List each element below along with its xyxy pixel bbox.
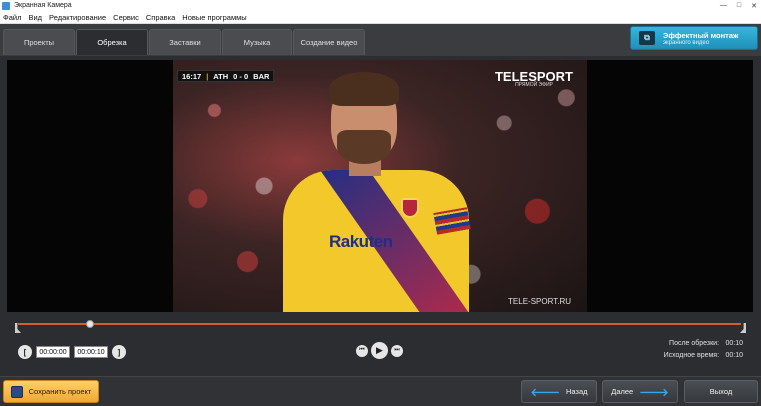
floppy-disk-icon (10, 385, 23, 398)
home-team: ATH (213, 71, 229, 81)
exit-label: Выход (709, 387, 733, 396)
player-jersey: Rakuten (283, 170, 469, 312)
rewind-icon[interactable]: ⏮ (356, 344, 368, 357)
back-button[interactable]: 🡐 Назад (521, 380, 597, 403)
player-hair (329, 72, 399, 106)
match-clock: 16:17 (182, 71, 202, 81)
away-team: BAR (253, 71, 270, 81)
menu-new-programs[interactable]: Новые программы (182, 13, 246, 22)
footer-bar: Сохранить проект 🡐 Назад Далее 🡒 Выход (0, 376, 761, 406)
club-crest-icon (401, 198, 419, 218)
app-icon (2, 1, 10, 10)
broadcaster-logo: TELESPORT ПРЯМОЙ ЭФИР (495, 70, 573, 88)
video-watermark: TELE-SPORT.RU (508, 297, 571, 306)
duration-info: После обрезки: 00:10 Исходное время: 00:… (664, 338, 743, 362)
menu-service[interactable]: Сервис (113, 13, 139, 22)
menu-bar: Файл Вид Редактирование Сервис Справка Н… (0, 11, 761, 24)
next-button[interactable]: Далее 🡒 (602, 380, 678, 403)
after-trim-value: 00:10 (725, 340, 743, 347)
tab-intros[interactable]: Заставки (149, 29, 221, 55)
start-time-field[interactable]: 00:00:00 (36, 346, 70, 358)
film-icon: ⧉ (639, 31, 655, 45)
menu-help[interactable]: Справка (146, 13, 175, 22)
tab-trim[interactable]: Обрезка (76, 29, 148, 55)
arrow-right-icon: 🡒 (639, 386, 669, 399)
menu-file[interactable]: Файл (3, 13, 21, 22)
window-controls: — □ ✕ (720, 0, 757, 11)
scoreboard: 16:17 | ATH 0 - 0 BAR (177, 70, 275, 82)
next-label: Далее (611, 387, 634, 396)
original-time-label: Исходное время: (663, 352, 720, 359)
exit-button[interactable]: Выход (684, 380, 758, 403)
shirt-sponsor: Rakuten (329, 232, 393, 251)
video-preview[interactable]: Rakuten 16:17 | ATH 0 - 0 BAR TELESPORT … (7, 60, 753, 312)
close-icon[interactable]: ✕ (751, 2, 757, 10)
arrow-left-icon: 🡐 (530, 386, 561, 399)
playback-controls: ⏮ ▶ ⏭ (356, 342, 403, 359)
timeline-playhead[interactable] (86, 320, 95, 328)
maximize-icon[interactable]: □ (737, 2, 741, 9)
trim-controls: [ 00:00:00 00:00:10 ] (18, 344, 126, 360)
play-icon[interactable]: ▶ (371, 342, 388, 359)
set-end-button[interactable]: ] (112, 345, 126, 359)
end-time-field[interactable]: 00:00:10 (74, 346, 108, 358)
promo-title: Эффектный монтаж (663, 30, 739, 40)
match-score: 0 - 0 (233, 71, 249, 81)
promo-banner[interactable]: ⧉ Эффектный монтаж экранного видео (630, 26, 758, 50)
tab-create-video[interactable]: Создание видео (293, 29, 365, 55)
tab-music[interactable]: Музыка (222, 29, 292, 55)
fast-forward-icon[interactable]: ⏭ (391, 344, 403, 357)
player-beard (337, 130, 391, 164)
back-label: Назад (566, 387, 588, 396)
tab-projects[interactable]: Проекты (3, 29, 75, 55)
promo-subtitle: экранного видео (663, 39, 710, 46)
minimize-icon[interactable]: — (720, 2, 727, 9)
save-project-label: Сохранить проект (28, 387, 92, 396)
set-start-button[interactable]: [ (18, 345, 32, 359)
tabs-bar: Проекты Обрезка Заставки Музыка Создание… (0, 24, 761, 56)
window-title: Экранная Камера (14, 2, 72, 9)
original-time-value: 00:10 (725, 352, 743, 359)
after-trim-label: После обрезки: (669, 340, 720, 347)
video-frame: Rakuten 16:17 | ATH 0 - 0 BAR TELESPORT … (173, 60, 587, 312)
trim-timeline[interactable] (18, 323, 741, 325)
scoreboard-separator: | (206, 71, 209, 81)
save-project-button[interactable]: Сохранить проект (3, 380, 99, 403)
menu-edit[interactable]: Редактирование (49, 13, 106, 22)
menu-view[interactable]: Вид (28, 13, 42, 22)
title-bar: Экранная Камера — □ ✕ (0, 0, 761, 11)
